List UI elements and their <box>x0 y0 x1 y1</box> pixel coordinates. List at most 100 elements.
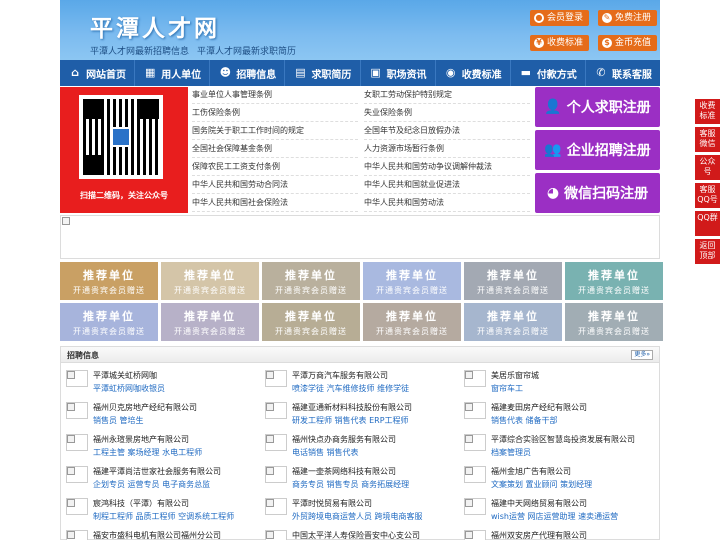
company-name-link[interactable]: 平潭城关虹桥网咖 <box>93 370 157 381</box>
company-logo[interactable] <box>265 466 287 483</box>
company-logo[interactable] <box>265 434 287 451</box>
job-positions-links[interactable]: 销售员 管培生 <box>93 415 144 426</box>
recommended-unit-tile[interactable]: 推荐单位 开通贵宾会员赠送 <box>161 303 259 341</box>
job-positions-links[interactable]: 喷漆学徒 汽车维修技师 维修学徒 <box>292 383 409 394</box>
nav-employers[interactable]: ▦ 用人单位 <box>135 60 211 86</box>
wechat-register-button[interactable]: ◕ 微信扫码注册 <box>535 173 660 213</box>
regulation-link[interactable]: 工伤保险条例 <box>192 105 358 122</box>
company-name-link[interactable]: 福州永瑄景房地产有限公司 <box>93 434 189 445</box>
company-name-link[interactable]: 福建亚通新材料科技股份有限公司 <box>292 402 412 413</box>
job-positions-links[interactable]: 窗帘车工 <box>491 383 523 394</box>
company-name-link[interactable]: 平潭万商汽车服务有限公司 <box>292 370 388 381</box>
company-logo[interactable] <box>66 530 88 540</box>
regulation-link[interactable]: 事业单位人事管理条例 <box>192 87 358 104</box>
company-logo[interactable] <box>464 530 486 540</box>
nav-resumes[interactable]: ▤ 求职简历 <box>285 60 361 86</box>
company-name-link[interactable]: 福州贝克房地产经纪有限公司 <box>93 402 197 413</box>
recommended-unit-tile[interactable]: 推荐单位 开通贵宾会员赠送 <box>161 262 259 300</box>
recommended-unit-tile[interactable]: 推荐单位 开通贵宾会员赠送 <box>363 303 461 341</box>
recommended-unit-tile[interactable]: 推荐单位 开通贵宾会员赠送 <box>565 303 663 341</box>
nav-news[interactable]: ▣ 职场资讯 <box>361 60 436 86</box>
nav-support[interactable]: ✆ 联系客服 <box>586 60 660 86</box>
regulation-link[interactable]: 保障农民工工资支付条例 <box>192 159 358 176</box>
company-name-link[interactable]: 中国太平洋人寿保险晋安中心支公司 <box>292 530 420 540</box>
company-name-link[interactable]: 宸鸿科技（平潭）有限公司 <box>93 498 189 509</box>
company-name-link[interactable]: 福建麦田房产经纪有限公司 <box>491 402 587 413</box>
company-register-button[interactable]: 👥 企业招聘注册 <box>535 130 660 170</box>
recommended-unit-tile[interactable]: 推荐单位 开通贵宾会员赠送 <box>464 303 562 341</box>
site-logo-title[interactable]: 平潭人才网 <box>90 9 220 43</box>
company-logo[interactable] <box>464 402 486 419</box>
recommended-unit-tile[interactable]: 推荐单位 开通贵宾会员赠送 <box>60 262 158 300</box>
job-positions-links[interactable]: wish运营 网店运营助理 速卖通运营 <box>491 511 618 522</box>
company-name-link[interactable]: 福州快点办商务服务有限公司 <box>292 434 396 445</box>
company-name-link[interactable]: 福建中天网络贸易有限公司 <box>491 498 587 509</box>
company-logo[interactable] <box>66 498 88 515</box>
side-float-button[interactable]: 收费标准 <box>695 99 720 124</box>
regulation-link[interactable]: 国务院关于职工工作时间的规定 <box>192 123 358 140</box>
company-name-link[interactable]: 福建平潭尚洁世家社会服务有限公司 <box>93 466 221 477</box>
company-logo[interactable] <box>464 434 486 451</box>
recommended-unit-tile[interactable]: 推荐单位 开通贵宾会员赠送 <box>262 303 360 341</box>
nav-home[interactable]: ⌂ 网站首页 <box>60 60 136 86</box>
nav-payment[interactable]: ▬ 付款方式 <box>511 60 586 86</box>
job-positions-links[interactable]: 文案策划 置业顾问 策划经理 <box>491 479 592 490</box>
recommended-unit-tile[interactable]: 推荐单位 开通贵宾会员赠送 <box>464 262 562 300</box>
company-logo[interactable] <box>464 370 486 387</box>
coin-recharge-button[interactable]: $ 金币充值 <box>598 35 658 51</box>
side-float-button[interactable]: QQ群 <box>695 211 720 236</box>
job-positions-links[interactable]: 档案管理员 <box>491 447 531 458</box>
side-float-button[interactable]: 返回顶部 <box>695 239 720 264</box>
company-name-link[interactable]: 美居乐窗帘城 <box>491 370 539 381</box>
company-logo[interactable] <box>265 530 287 540</box>
side-float-button[interactable]: 公众号 <box>695 155 720 180</box>
free-register-button[interactable]: ✎ 免费注册 <box>598 10 658 26</box>
job-positions-links[interactable]: 制程工程师 品质工程师 空调系统工程师 <box>93 511 234 522</box>
side-float-button[interactable]: 客服QQ号 <box>695 183 720 208</box>
company-logo[interactable] <box>265 370 287 387</box>
company-name-link[interactable]: 福州双安房产代理有限公司 <box>491 530 587 540</box>
regulation-link[interactable]: 中华人民共和国劳动法 <box>364 195 530 212</box>
company-logo[interactable] <box>66 370 88 387</box>
job-positions-links[interactable]: 工程主管 案场经理 水电工程师 <box>93 447 202 458</box>
job-positions-links[interactable]: 平潭虹桥网咖收银员 <box>93 383 165 394</box>
regulation-link[interactable]: 中华人民共和国社会保险法 <box>192 195 358 212</box>
company-logo[interactable] <box>66 466 88 483</box>
company-logo[interactable] <box>464 498 486 515</box>
regulation-link[interactable]: 中华人民共和国就业促进法 <box>364 177 530 194</box>
regulation-link[interactable]: 失业保险条例 <box>364 105 530 122</box>
recommended-unit-tile[interactable]: 推荐单位 开通贵宾会员赠送 <box>363 262 461 300</box>
job-positions-links[interactable]: 外贸跨境电商运营人员 跨境电商客服 <box>292 511 423 522</box>
company-logo[interactable] <box>66 434 88 451</box>
personal-register-button[interactable]: 👤 个人求职注册 <box>535 87 660 127</box>
regulation-link[interactable]: 全国社会保障基金条例 <box>192 141 358 158</box>
recommended-unit-tile[interactable]: 推荐单位 开通贵宾会员赠送 <box>262 262 360 300</box>
job-positions-links[interactable]: 销售代表 储备干部 <box>491 415 558 426</box>
company-name-link[interactable]: 福安市盛科电机有限公司福州分公司 <box>93 530 221 540</box>
fee-standard-button[interactable]: ¥ 收费标准 <box>530 35 590 51</box>
company-logo[interactable] <box>265 402 287 419</box>
regulation-link[interactable]: 全国年节及纪念日放假办法 <box>364 123 530 140</box>
company-name-link[interactable]: 福建一壶茶网络科技有限公司 <box>292 466 396 477</box>
job-positions-links[interactable]: 企划专员 运营专员 电子商务总监 <box>93 479 210 490</box>
more-jobs-link[interactable]: 更多» <box>631 350 653 360</box>
regulation-link[interactable]: 女职工劳动保护特别规定 <box>364 87 530 104</box>
company-logo[interactable] <box>66 402 88 419</box>
recommended-unit-tile[interactable]: 推荐单位 开通贵宾会员赠送 <box>60 303 158 341</box>
latest-resumes-link[interactable]: 平潭人才网最新求职简历 <box>197 47 296 57</box>
company-name-link[interactable]: 平潭时悦贸易有限公司 <box>292 498 372 509</box>
recommended-unit-tile[interactable]: 推荐单位 开通贵宾会员赠送 <box>565 262 663 300</box>
latest-jobs-link[interactable]: 平潭人才网最新招聘信息 <box>90 47 189 57</box>
job-positions-links[interactable]: 商务专员 销售专员 商务拓展经理 <box>292 479 409 490</box>
nav-fees[interactable]: ◉ 收费标准 <box>436 60 511 86</box>
banner-ad[interactable] <box>60 215 660 259</box>
company-logo[interactable] <box>265 498 287 515</box>
job-positions-links[interactable]: 电话销售 销售代表 <box>292 447 359 458</box>
regulation-link[interactable]: 中华人民共和国劳动合同法 <box>192 177 358 194</box>
regulation-link[interactable]: 人力资源市场暂行条例 <box>364 141 530 158</box>
member-login-button[interactable]: ● 会员登录 <box>530 10 590 26</box>
side-float-button[interactable]: 客服微信 <box>695 127 720 152</box>
company-name-link[interactable]: 平潭综合实验区智慧岛投资发展有限公司 <box>491 434 635 445</box>
regulation-link[interactable]: 中华人民共和国劳动争议调解仲裁法 <box>364 159 530 176</box>
job-positions-links[interactable]: 研发工程师 销售代表 ERP工程师 <box>292 415 409 426</box>
